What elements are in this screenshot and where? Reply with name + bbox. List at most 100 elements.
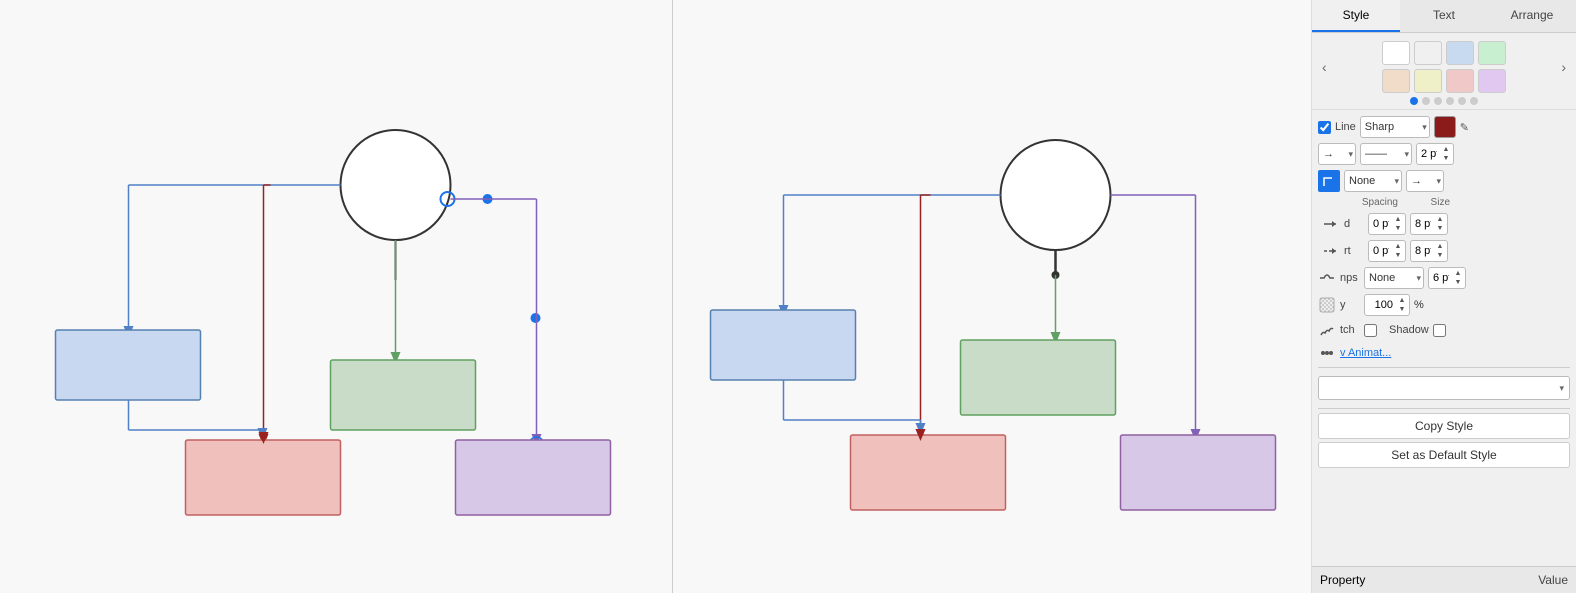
swatch-row-1	[1331, 41, 1558, 65]
waypoint-row: v Animat...	[1318, 344, 1570, 362]
opacity-unit: %	[1414, 299, 1424, 311]
property-label: Property	[1320, 573, 1538, 587]
jumps-size-down[interactable]: ▼	[1452, 278, 1464, 287]
jumps-size-up[interactable]: ▲	[1452, 269, 1464, 278]
line-style-dropdown[interactable]: Sharp Curved Straight	[1360, 116, 1430, 138]
dot-3	[1446, 97, 1454, 105]
none-dropdown[interactable]: None Arrow Circle	[1344, 170, 1402, 192]
palette-prev-arrow[interactable]: ‹	[1318, 59, 1331, 75]
start-arrow-select[interactable]: → ← ↔ —	[1318, 143, 1356, 165]
dot-4	[1458, 97, 1466, 105]
tab-style[interactable]: Style	[1312, 0, 1400, 32]
spacing-col-label: Spacing	[1354, 197, 1398, 208]
jumps-dropdown[interactable]: None Arc Gap	[1364, 267, 1424, 289]
connection-row: Connection Global Local	[1318, 372, 1570, 404]
value-label: Value	[1538, 573, 1568, 587]
dot-2	[1434, 97, 1442, 105]
spacing-size-header: Spacing Size	[1322, 197, 1570, 208]
line-width-wrapper: ▲ ▼	[1416, 143, 1454, 165]
set-default-button[interactable]: Set as Default Style	[1318, 442, 1570, 468]
line-end-icon-2	[1322, 242, 1340, 260]
waypoint-animate-label[interactable]: v Animat...	[1340, 347, 1391, 359]
spacing1-up[interactable]: ▲	[1392, 215, 1404, 224]
dot-0	[1410, 97, 1418, 105]
copy-style-button[interactable]: Copy Style	[1318, 413, 1570, 439]
connector-bend-icon[interactable]	[1318, 170, 1340, 192]
jumps-size-wrapper: ▲ ▼	[1428, 267, 1466, 289]
tab-arrange[interactable]: Arrange	[1488, 0, 1576, 32]
size2-down[interactable]: ▼	[1434, 251, 1446, 260]
arrow-row-1: → ← ↔ — —— - - - ··· ▲ ▼	[1318, 143, 1570, 165]
sketch-icon	[1318, 321, 1336, 339]
dot-indicators	[1318, 97, 1570, 105]
opacity-down[interactable]: ▼	[1396, 305, 1408, 314]
size1-wrapper: ▲ ▼	[1410, 213, 1448, 235]
spacing2-wrapper: ▲ ▼	[1368, 240, 1406, 262]
line-width-up[interactable]: ▲	[1440, 145, 1452, 154]
waypoint-icon	[1318, 344, 1336, 362]
canvas-svg	[0, 0, 1311, 593]
opacity-icon	[1318, 296, 1336, 314]
swatch-lightred[interactable]	[1446, 69, 1474, 93]
size-col-label: Size	[1406, 197, 1450, 208]
panel-tabs: Style Text Arrange	[1312, 0, 1576, 33]
swatch-lightgreen[interactable]	[1478, 41, 1506, 65]
label-rt-row: rt ▲ ▼ ▲ ▼	[1322, 240, 1570, 262]
sketch-label: tch	[1340, 324, 1360, 336]
start-arrow-wrapper: → ← ↔ —	[1318, 143, 1356, 165]
line-checkbox-row: Line	[1318, 121, 1356, 134]
opacity-wrapper: ▲ ▼	[1364, 294, 1410, 316]
spacing2-down[interactable]: ▼	[1392, 251, 1404, 260]
color-palette-area: ‹ ›	[1312, 33, 1576, 110]
palette-next-arrow[interactable]: ›	[1557, 59, 1570, 75]
line-color-box[interactable]	[1434, 116, 1456, 138]
property-footer: Property Value	[1312, 566, 1576, 593]
jumps-dropdown-wrapper: None Arc Gap	[1364, 267, 1424, 289]
connector-icon-col	[1318, 170, 1340, 192]
line-row: Line Sharp Curved Straight ✎	[1318, 116, 1570, 138]
canvas-area[interactable]	[0, 0, 1311, 593]
label-d: d	[1344, 218, 1364, 230]
swatch-lightyellow[interactable]	[1414, 69, 1442, 93]
jumps-row: nps None Arc Gap ▲ ▼	[1318, 267, 1570, 289]
line-width-down[interactable]: ▼	[1440, 154, 1452, 163]
dot-5	[1470, 97, 1478, 105]
shadow-checkbox[interactable]	[1433, 324, 1446, 337]
swatch-lightblue[interactable]	[1446, 41, 1474, 65]
end-arrow-wrapper2: → ← —	[1406, 170, 1444, 192]
dot-1	[1422, 97, 1430, 105]
section-divider-1	[1318, 367, 1570, 368]
end-labels-section: Spacing Size d ▲ ▼	[1318, 197, 1570, 262]
connection-dropdown[interactable]: Connection Global Local	[1318, 376, 1570, 400]
spacing2-up[interactable]: ▲	[1392, 242, 1404, 251]
swatch-lightgray[interactable]	[1414, 41, 1442, 65]
line-label: Line	[1335, 121, 1356, 133]
section-divider-2	[1318, 408, 1570, 409]
sketch-checkbox[interactable]	[1364, 324, 1377, 337]
swatch-peach[interactable]	[1382, 69, 1410, 93]
spacing1-down[interactable]: ▼	[1392, 224, 1404, 233]
line-checkbox[interactable]	[1318, 121, 1331, 134]
connection-dropdown-wrapper: Connection Global Local	[1318, 376, 1570, 400]
arrow-row-2: None Arrow Circle → ← —	[1318, 170, 1570, 192]
size1-up[interactable]: ▲	[1434, 215, 1446, 224]
tab-text[interactable]: Text	[1400, 0, 1488, 32]
color-edit-icon[interactable]: ✎	[1460, 121, 1469, 134]
opacity-up[interactable]: ▲	[1396, 296, 1408, 305]
swatch-row-2	[1331, 69, 1558, 93]
jumps-icon	[1318, 269, 1336, 287]
line-style-dropdown-wrapper: Sharp Curved Straight	[1360, 116, 1430, 138]
end-arrow-select2[interactable]: → ← —	[1406, 170, 1444, 192]
label-d-row: d ▲ ▼ ▲ ▼	[1322, 213, 1570, 235]
size1-down[interactable]: ▼	[1434, 224, 1446, 233]
panel-content: Line Sharp Curved Straight ✎ → ← ↔ —	[1312, 110, 1576, 566]
swatch-lightpurple[interactable]	[1478, 69, 1506, 93]
color-palette-nav: ‹ ›	[1318, 41, 1570, 93]
swatch-white[interactable]	[1382, 41, 1410, 65]
line-style-select[interactable]: —— - - - ···	[1360, 143, 1412, 165]
label-rt: rt	[1344, 245, 1364, 257]
sketch-shadow-row: tch Shadow	[1318, 321, 1570, 339]
spacing1-wrapper: ▲ ▼	[1368, 213, 1406, 235]
size2-up[interactable]: ▲	[1434, 242, 1446, 251]
line-style-wrapper: —— - - - ···	[1360, 143, 1412, 165]
